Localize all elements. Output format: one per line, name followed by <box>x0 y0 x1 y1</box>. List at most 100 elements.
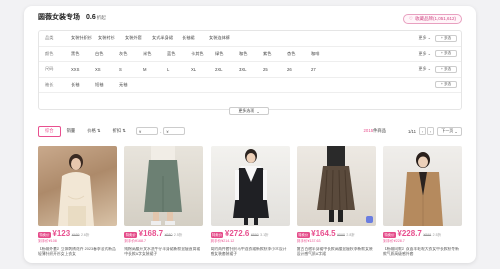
filter-option[interactable]: 白色 <box>95 51 119 57</box>
filter-option[interactable]: 无袖 <box>119 82 143 88</box>
filter-label: 颜色 <box>45 50 54 56</box>
product-card[interactable]: 特卖价 ¥228.7 ¥899 2.5折 到手价¥228.7 【杨幂同款】双面羊… <box>383 146 462 257</box>
filter-multi-button[interactable]: + 多选 <box>435 34 457 42</box>
product-price: ¥168.7 <box>138 229 164 238</box>
model-figure <box>403 152 443 226</box>
product-grid: 特卖价 ¥123 ¥469 2.6折 到手价¥108 【杨幂外套】立体刺绣花卉 … <box>38 146 462 257</box>
filter-option[interactable]: 长袖裙 <box>182 35 209 41</box>
filter-option[interactable]: 黑色 <box>71 51 95 57</box>
filter-option[interactable]: XL <box>191 67 215 72</box>
filter-label: 袖长 <box>45 81 54 87</box>
filter-option[interactable]: 女装连体裤 <box>209 35 236 41</box>
sort-sales[interactable]: 销量 <box>61 126 82 137</box>
sale-tag: 特卖价 <box>38 231 51 238</box>
original-price: ¥899 <box>423 233 432 237</box>
result-suffix: 件商品 <box>373 128 386 133</box>
original-price: ¥598 <box>337 233 345 237</box>
filter-more-button[interactable]: 更多 ⌄ <box>419 51 431 57</box>
next-page-icon[interactable]: › <box>427 127 434 135</box>
model-figure <box>232 149 269 225</box>
discount-headline: 0.6折起 <box>86 14 106 21</box>
favorite-brand-button[interactable]: ♡ 收藏品牌(1,051,612) <box>402 14 462 24</box>
filter-option[interactable]: S <box>119 67 143 72</box>
filter-option[interactable]: 女装外套 <box>125 35 152 41</box>
sort-discount[interactable]: 折扣 ⇅ <box>107 126 132 137</box>
product-title[interactable]: 复古百褶半身裙中长款高腰显瘦秋季新款女装设计感气质A字裙 <box>297 247 376 257</box>
filter-multi-button[interactable]: + 多选 <box>435 50 457 58</box>
filter-option[interactable]: 短袖 <box>95 82 119 88</box>
product-title[interactable]: 简约两件套针织马甲连衣裙新款秋季小众设计感女装套装裙子 <box>211 247 290 257</box>
video-icon <box>365 216 373 223</box>
sort-arrows-icon: ⇅ <box>122 128 126 133</box>
product-price: ¥228.7 <box>397 229 422 238</box>
sort-discount-label: 折扣 <box>112 128 122 133</box>
page-indicator: 1/11 <box>407 128 416 134</box>
original-price: ¥469 <box>71 233 80 237</box>
chevron-down-icon: ⌄ <box>256 108 260 114</box>
sort-price-label: 价格 <box>87 128 96 133</box>
price-min-input[interactable]: ¥ <box>136 127 158 135</box>
filter-option[interactable]: 长袖 <box>71 82 95 88</box>
filter-row-sleeve: 袖长 长袖 短袖 无袖 + 多选 <box>39 78 461 93</box>
product-title[interactable]: 【杨幂同款】双面羊毛呢大衣女中长款秋冬新款气质高级感外套 <box>383 247 462 257</box>
filter-option[interactable]: 蓝色 <box>167 51 191 57</box>
sale-tag: 特卖价 <box>124 231 138 238</box>
filter-option[interactable]: 咖啡 <box>311 51 335 57</box>
more-options-label: 更多选项 <box>238 108 255 113</box>
price-max-input[interactable]: ¥ <box>163 127 186 135</box>
product-card[interactable]: 特卖价 ¥164.5 ¥598 2.8折 到手价¥137.63 复古百褶半身裙中… <box>296 146 376 257</box>
filter-option[interactable]: 女式半身裙 <box>152 35 182 41</box>
product-card[interactable]: 特卖价 ¥272.6 ¥890 3.1折 到手价¥214.12 简约两件套针织马… <box>210 146 290 257</box>
next-page-button[interactable]: 下一页 ⌄ <box>437 126 462 136</box>
sale-tag: 特卖价 <box>296 231 310 238</box>
filter-option[interactable]: 绿色 <box>215 51 239 57</box>
product-image[interactable] <box>383 146 462 226</box>
discount-unit: 折起 <box>96 15 106 20</box>
product-card[interactable]: 特卖价 ¥168.7 ¥680 2.5折 到手价¥168.7 纯棉高腰开叉水洗牛… <box>124 146 204 257</box>
filter-more-button[interactable]: 更多 ⌄ <box>419 66 431 72</box>
filter-multi-button[interactable]: + 多选 <box>435 81 457 89</box>
filter-option[interactable]: 26 <box>287 67 311 72</box>
filter-option[interactable]: 卡其色 <box>191 51 215 57</box>
filter-option[interactable]: 25 <box>263 67 287 72</box>
sort-comprehensive[interactable]: 综合 <box>38 125 61 137</box>
original-price: ¥890 <box>250 233 259 237</box>
filter-option[interactable]: XXS <box>71 67 95 72</box>
product-title[interactable]: 纯棉高腰开叉水洗牛仔半身裙新款显瘦直筒裙中长款A字女装裙子 <box>124 247 203 257</box>
filter-row-size: 尺码 XXS XS S M L XL 2XL 3XL 25 26 27 更多 ⌄… <box>39 62 461 78</box>
filter-option[interactable]: 灰色 <box>119 51 143 57</box>
filter-option[interactable]: XS <box>95 67 119 72</box>
product-image[interactable] <box>124 146 204 226</box>
more-label: 更多 <box>418 50 427 56</box>
filter-option[interactable]: 咖色 <box>239 51 263 57</box>
final-price: 到手价¥108 <box>38 238 57 243</box>
filter-option[interactable]: L <box>167 67 191 72</box>
model-figure <box>58 154 94 226</box>
product-image[interactable] <box>210 146 290 226</box>
product-card[interactable]: 特卖价 ¥123 ¥469 2.6折 到手价¥108 【杨幂外套】立体刺绣花卉 … <box>38 146 117 257</box>
model-figure <box>144 146 183 225</box>
chevron-down-icon: ⌄ <box>454 128 458 134</box>
more-label: 更多 <box>418 66 427 72</box>
filter-option[interactable]: 3XL <box>239 67 263 72</box>
product-image[interactable] <box>296 146 376 226</box>
filter-option[interactable]: 女装针织衫 <box>71 35 98 41</box>
filter-option[interactable]: 27 <box>311 67 335 72</box>
filter-option[interactable]: 杏色 <box>287 51 311 57</box>
filter-option[interactable]: 米色 <box>143 51 167 57</box>
discount-value: 0.6 <box>86 14 96 21</box>
filter-row-category: 品类 女装针织衫 女装衬衫 女装外套 女式半身裙 长袖裙 女装连体裤 更多 ⌄ … <box>39 31 461 47</box>
filter-multi-button[interactable]: + 多选 <box>435 65 457 73</box>
filter-option[interactable]: 女装衬衫 <box>98 35 125 41</box>
filter-option[interactable]: M <box>143 67 167 72</box>
filter-more-button[interactable]: 更多 ⌄ <box>419 35 431 41</box>
more-options-button[interactable]: 更多选项 ⌄ <box>229 107 269 115</box>
filter-option[interactable]: 紫色 <box>263 51 287 57</box>
result-count: 2015件商品 <box>364 128 386 134</box>
product-image[interactable] <box>38 146 117 226</box>
filter-option[interactable]: 2XL <box>215 67 239 72</box>
prev-page-icon[interactable]: ‹ <box>419 127 426 135</box>
sort-price[interactable]: 价格 ⇅ <box>81 126 106 137</box>
product-title[interactable]: 【杨幂外套】立体刺绣花卉 2023春季法式新品轻薄针织开衫女上衣女 <box>38 247 117 257</box>
page-title: 圆薇女装专场 <box>38 14 80 21</box>
